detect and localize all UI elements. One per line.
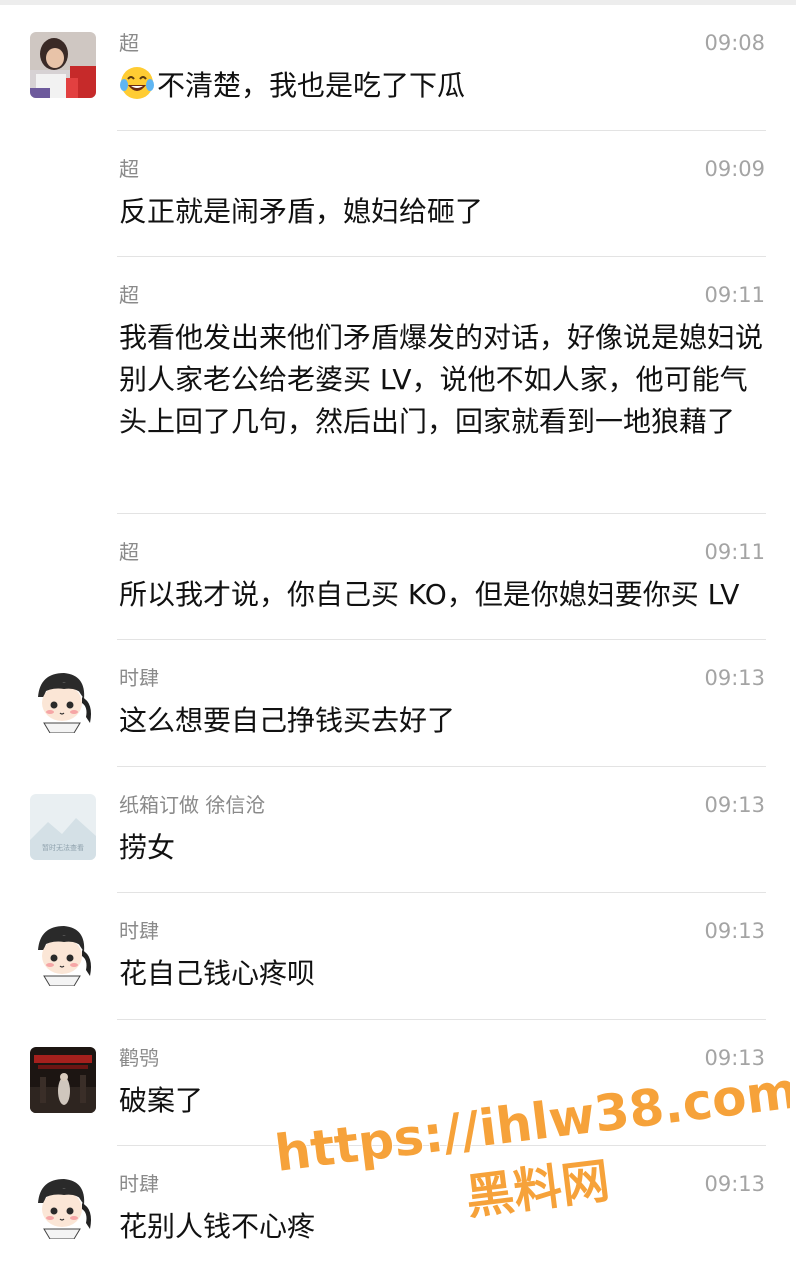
message-text: 花别人钱不心疼 xyxy=(119,1210,316,1243)
message-time: 09:11 xyxy=(704,540,765,564)
message-text: 不清楚，我也是吃了下瓜 xyxy=(119,65,769,107)
cartoon-boy-avatar[interactable] xyxy=(30,920,96,986)
sender-name: 时肆 xyxy=(119,1172,159,1196)
message-text: 这么想要自己挣钱买去好了 xyxy=(119,704,456,737)
message-time: 09:13 xyxy=(704,1172,765,1196)
sender-name: 超 xyxy=(119,283,139,307)
message-item[interactable]: 超 09:11 我看他发出来他们矛盾爆发的对话，好像说是媳妇说别人家老公给老婆买… xyxy=(0,257,796,514)
message-item[interactable]: 时肆 09:13 花别人钱不心疼 xyxy=(0,1146,796,1276)
image-unavailable-avatar[interactable]: 暂时无法查看 xyxy=(30,794,96,860)
message-item[interactable]: 超 09:08 不清楚，我也是吃了下瓜 xyxy=(0,5,796,131)
tears-of-joy-emoji xyxy=(120,67,154,99)
message-text: 我看他发出来他们矛盾爆发的对话，好像说是媳妇说别人家老公给老婆买 LV，说他不如… xyxy=(119,321,764,438)
message-text: 所以我才说，你自己买 KO，但是你媳妇要你买 LV xyxy=(119,578,740,611)
sender-name: 时肆 xyxy=(119,919,159,943)
message-time: 09:13 xyxy=(704,1046,765,1070)
cartoon-boy-avatar[interactable] xyxy=(30,667,96,733)
child-photo-avatar[interactable] xyxy=(30,32,96,98)
message-list: 超 09:08 不清楚，我也是吃了下瓜 超 09:09 反正就是闹矛盾，媳妇给砸… xyxy=(0,5,796,1276)
message-item[interactable]: 超 09:11 所以我才说，你自己买 KO，但是你媳妇要你买 LV xyxy=(0,514,796,640)
message-time: 09:09 xyxy=(704,157,765,181)
message-item[interactable]: 暂时无法查看 纸箱订做 徐信沧 09:13 捞女 xyxy=(0,767,796,893)
message-item[interactable]: 鹳鸮 09:13 破案了 xyxy=(0,1020,796,1146)
message-time: 09:13 xyxy=(704,919,765,943)
message-time: 09:13 xyxy=(704,793,765,817)
cartoon-boy-avatar[interactable] xyxy=(30,1173,96,1239)
message-time: 09:11 xyxy=(704,283,765,307)
sender-name: 鹳鸮 xyxy=(119,1046,159,1070)
sender-name: 超 xyxy=(119,540,139,564)
avatar-caption: 暂时无法查看 xyxy=(42,843,84,852)
sender-name: 时肆 xyxy=(119,666,159,690)
sender-name: 纸箱订做 徐信沧 xyxy=(119,793,266,817)
message-item[interactable]: 时肆 09:13 花自己钱心疼呗 xyxy=(0,893,796,1020)
message-time: 09:13 xyxy=(704,666,765,690)
message-item[interactable]: 时肆 09:13 这么想要自己挣钱买去好了 xyxy=(0,640,796,767)
message-time: 09:08 xyxy=(704,31,765,55)
message-text: 花自己钱心疼呗 xyxy=(119,957,316,990)
sender-name: 超 xyxy=(119,157,139,181)
sender-name: 超 xyxy=(119,31,139,55)
message-text: 反正就是闹矛盾，媳妇给砸了 xyxy=(119,195,484,228)
dark-poster-avatar[interactable] xyxy=(30,1047,96,1113)
message-text: 破案了 xyxy=(119,1084,204,1117)
message-text: 捞女 xyxy=(119,831,176,864)
message-text-content: 不清楚，我也是吃了下瓜 xyxy=(157,69,466,102)
message-item[interactable]: 超 09:09 反正就是闹矛盾，媳妇给砸了 xyxy=(0,131,796,257)
